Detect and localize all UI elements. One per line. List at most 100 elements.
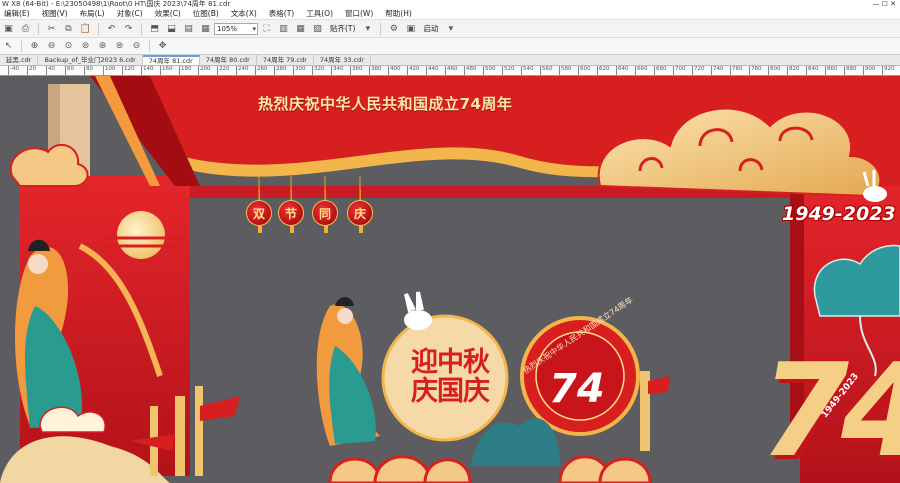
ruler-tick-label: 620 xyxy=(597,66,610,75)
tab-document[interactable]: 74周年 79.cdr xyxy=(257,55,314,65)
ruler-tick-label: 340 xyxy=(331,66,344,75)
ruler-tick-label: 640 xyxy=(616,66,629,75)
ruler-tick-label: 800 xyxy=(768,66,781,75)
divider xyxy=(21,40,22,52)
ruler-tick-label: 440 xyxy=(426,66,439,75)
gear-icon[interactable]: ⚙ xyxy=(385,21,402,36)
seal-text: 迎中秋庆国庆 xyxy=(411,347,490,407)
zoom-height-icon[interactable]: ⊝ xyxy=(128,39,145,54)
ruler-tick-label: 240 xyxy=(236,66,249,75)
export-icon[interactable]: ⬓ xyxy=(163,21,180,36)
ruler-tick-label: 280 xyxy=(274,66,287,75)
save-icon[interactable]: ▣ xyxy=(0,21,17,36)
ruler-tick-label: 740 xyxy=(711,66,724,75)
ruler-tick-label: 60 xyxy=(65,66,74,75)
ruler-tick-label: 220 xyxy=(217,66,230,75)
document-tabs: 延黑.cdr Backup_of_毕业门2023 6.cdr 74周年 81.c… xyxy=(0,55,900,66)
launch-dropdown[interactable]: 启动 xyxy=(419,23,442,34)
divider xyxy=(98,22,99,35)
tab-document[interactable]: 延黑.cdr xyxy=(0,55,39,65)
grid-icon[interactable]: ▦ xyxy=(292,21,309,36)
ruler-tick-label: 80 xyxy=(84,66,93,75)
horizontal-ruler[interactable]: -40 20 40 60 80 100 120 140 160 180 200 220 240 260 28… xyxy=(0,66,900,76)
ruler-tick-label: 320 xyxy=(312,66,325,75)
banner-title-text: 热烈庆祝中华人民共和国成立74周年 xyxy=(258,95,513,113)
paste-icon[interactable]: 📋 xyxy=(77,21,94,36)
ruler-tick-label: 680 xyxy=(654,66,667,75)
zoom-level-select[interactable]: 105% xyxy=(214,22,258,35)
lantern: 双 xyxy=(246,190,272,233)
divider xyxy=(38,22,39,35)
zoom-page-icon[interactable]: ⊛ xyxy=(94,39,111,54)
zoom-all-icon[interactable]: ⊚ xyxy=(77,39,94,54)
window-title: W X8 (64-Bit) - E:\23050498\1\Root\0 HT\… xyxy=(2,0,231,8)
ruler-tick-label: 140 xyxy=(141,66,154,75)
undo-icon[interactable]: ↶ xyxy=(103,21,120,36)
ruler-tick-label: 480 xyxy=(464,66,477,75)
ruler-tick-label: 920 xyxy=(882,66,895,75)
pan-icon[interactable]: ✥ xyxy=(154,39,171,54)
menu-effects[interactable]: 效果(C) xyxy=(151,8,189,19)
window-controls[interactable]: — ☐ ✕ xyxy=(872,0,896,8)
ruler-tick-label: 560 xyxy=(540,66,553,75)
print-icon[interactable]: ⎙ xyxy=(17,21,34,36)
ruler-tick-label: 20 xyxy=(27,66,36,75)
chevron-down-icon[interactable]: ▾ xyxy=(359,21,376,36)
pointer-icon[interactable]: ↖ xyxy=(0,39,17,54)
copy-icon[interactable]: ⧉ xyxy=(60,21,77,36)
tab-document[interactable]: 74周年 33.cdr xyxy=(314,55,371,65)
menu-tools[interactable]: 工具(O) xyxy=(302,8,341,19)
chevron-down-icon[interactable]: ▾ xyxy=(442,21,459,36)
ruler-tick-label: 380 xyxy=(369,66,382,75)
ruler-tick-label: 100 xyxy=(103,66,116,75)
menu-view[interactable]: 视图(V) xyxy=(38,8,76,19)
menu-object[interactable]: 对象(C) xyxy=(113,8,151,19)
ruler-tick-label: 600 xyxy=(578,66,591,75)
zoom-in-icon[interactable]: ⊕ xyxy=(26,39,43,54)
menu-help[interactable]: 帮助(H) xyxy=(381,8,420,19)
ruler-tick-label: 500 xyxy=(483,66,496,75)
zoom-selected-icon[interactable]: ⊙ xyxy=(60,39,77,54)
options-icon[interactable]: ▣ xyxy=(402,21,419,36)
zoom-width-icon[interactable]: ⊜ xyxy=(111,39,128,54)
rulers-icon[interactable]: ▥ xyxy=(275,21,292,36)
zoom-toolbar: ↖ ⊕ ⊖ ⊙ ⊚ ⊛ ⊜ ⊝ ✥ xyxy=(0,38,900,55)
menu-bar: 编辑(E) 视图(V) 布局(L) 对象(C) 效果(C) 位图(B) 文本(X… xyxy=(0,8,900,19)
import-icon[interactable]: ⬒ xyxy=(146,21,163,36)
cut-icon[interactable]: ✂ xyxy=(43,21,60,36)
title-bar: W X8 (64-Bit) - E:\23050498\1\Root\0 HT\… xyxy=(0,0,900,8)
lantern: 节 xyxy=(278,190,304,233)
menu-layout[interactable]: 布局(L) xyxy=(76,8,113,19)
lantern: 庆 xyxy=(347,190,373,233)
ruler-tick-label: 300 xyxy=(293,66,306,75)
publish-pdf-icon[interactable]: ▤ xyxy=(180,21,197,36)
menu-window[interactable]: 窗口(W) xyxy=(341,8,381,19)
redo-icon[interactable]: ↷ xyxy=(120,21,137,36)
menu-text[interactable]: 文本(X) xyxy=(227,8,265,19)
standard-toolbar: ▣ ⎙ ✂ ⧉ 📋 ↶ ↷ ⬒ ⬓ ▤ ▦ 105% ⛶ ▥ ▦ ▧ 贴齐(T)… xyxy=(0,19,900,38)
app-launcher-icon[interactable]: ▦ xyxy=(197,21,214,36)
year-badge: 1949-2023 xyxy=(782,203,896,225)
ruler-tick-label: 400 xyxy=(388,66,401,75)
menu-edit[interactable]: 编辑(E) xyxy=(0,8,38,19)
tab-document[interactable]: Backup_of_毕业门2023 6.cdr xyxy=(38,55,143,65)
guidelines-icon[interactable]: ▧ xyxy=(309,21,326,36)
ruler-tick-label: 780 xyxy=(749,66,762,75)
drawing-canvas[interactable]: 热烈庆祝中华人民共和国成立74周年 双 节 同 庆 1949-2023 迎中秋庆… xyxy=(0,76,900,483)
ruler-tick-label: -40 xyxy=(8,66,19,75)
ruler-tick-label: 580 xyxy=(559,66,572,75)
circle-number: 74 xyxy=(549,366,605,412)
ruler-tick-label: 860 xyxy=(825,66,838,75)
zoom-out-icon[interactable]: ⊖ xyxy=(43,39,60,54)
ruler-tick-label: 880 xyxy=(844,66,857,75)
tab-document-active[interactable]: 74周年 81.cdr xyxy=(142,55,200,65)
snap-to-dropdown[interactable]: 贴齐(T) xyxy=(326,23,359,34)
tab-document[interactable]: 74周年 80.cdr xyxy=(200,55,257,65)
ruler-tick-label: 520 xyxy=(502,66,515,75)
fullscreen-icon[interactable]: ⛶ xyxy=(258,21,275,36)
menu-bitmap[interactable]: 位图(B) xyxy=(189,8,227,19)
ruler-tick-label: 720 xyxy=(692,66,705,75)
menu-table[interactable]: 表格(T) xyxy=(265,8,302,19)
ruler-tick-label: 540 xyxy=(521,66,534,75)
ruler-tick-label: 200 xyxy=(198,66,211,75)
